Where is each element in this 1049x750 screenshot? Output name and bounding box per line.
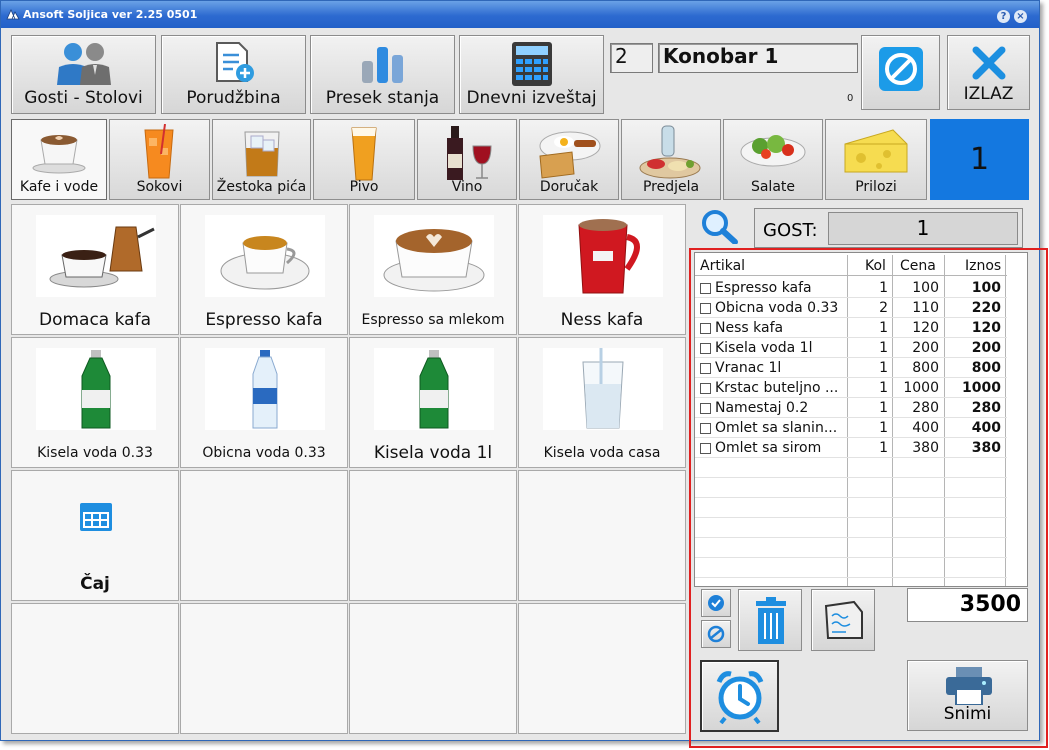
exit-label: IZLAZ (963, 84, 1014, 104)
daily-report-label: Dnevni izveštaj (466, 88, 597, 108)
close-icon (972, 46, 1005, 80)
highlight-frame (689, 248, 1048, 748)
guest-number-field[interactable]: 1 (828, 212, 1018, 245)
empty-cell (518, 470, 686, 601)
stock-cut-button[interactable]: Presek stanja (310, 35, 455, 114)
product-label: Obicna voda 0.33 (202, 445, 326, 461)
cheese-icon (844, 129, 908, 173)
juice-glass-icon (143, 124, 174, 179)
product-label: Ness kafa (560, 310, 644, 330)
wine-bottle-icon (447, 126, 492, 180)
category-label: Sokovi (136, 179, 183, 195)
title-bar: Ansoft Soljica ver 2.25 0501 ? × (1, 1, 1039, 28)
whiskey-glass-icon (243, 131, 280, 177)
category-label: Žestoka pića (216, 179, 307, 195)
product-still-water-033[interactable]: Obicna voda 0.33 (180, 337, 348, 468)
order-label: Porudžbina (186, 88, 281, 108)
category-label: Pivo (349, 179, 379, 195)
breakfast-plate-icon (539, 131, 601, 179)
plastic-bottle-icon (205, 348, 325, 430)
search-button[interactable] (699, 208, 744, 245)
espresso-cup-icon (205, 215, 325, 297)
product-label: Čaj (80, 574, 110, 594)
product-label: Espresso kafa (205, 310, 323, 330)
category-breakfast[interactable]: Doručak (519, 119, 619, 200)
order-button[interactable]: Porudžbina (161, 35, 306, 114)
product-label: Kisela voda 0.33 (37, 445, 153, 461)
product-sparkling-water-glass[interactable]: Kisela voda casa (518, 337, 686, 468)
product-domestic-coffee[interactable]: Domaca kafa (11, 204, 179, 335)
product-sparkling-water-1l[interactable]: Kisela voda 1l (349, 337, 517, 468)
guest-panel: GOST: 1 (754, 208, 1023, 248)
table-number-display: 1 (930, 119, 1029, 200)
empty-cell (180, 470, 348, 601)
coffee-cup-icon (32, 135, 86, 174)
turkish-coffee-icon (36, 215, 156, 297)
category-beer[interactable]: Pivo (313, 119, 415, 200)
cancel-icon (878, 47, 923, 91)
app-logo-icon (6, 9, 20, 20)
order-icon (215, 42, 254, 82)
chart-icon (361, 47, 403, 83)
water-glass-icon (543, 348, 663, 430)
product-espresso-milk[interactable]: Espresso sa mlekom (349, 204, 517, 335)
category-label: Salate (750, 179, 796, 195)
category-appetizers[interactable]: Predjela (621, 119, 721, 200)
category-label: Predjela (642, 179, 700, 195)
daily-report-button[interactable]: Dnevni izveštaj (459, 35, 604, 114)
counter-value: 0 (847, 93, 854, 104)
empty-cell (349, 603, 517, 734)
beer-glass-icon (351, 127, 377, 181)
empty-cell (518, 603, 686, 734)
category-spirits[interactable]: Žestoka pića (212, 119, 311, 200)
category-juices[interactable]: Sokovi (109, 119, 210, 200)
latte-cup-icon (374, 215, 494, 297)
exit-button[interactable]: IZLAZ (947, 35, 1030, 110)
product-espresso[interactable]: Espresso kafa (180, 204, 348, 335)
waiter-name-field: Konobar 1 (658, 43, 858, 73)
category-label: Kafe i vode (19, 179, 99, 195)
product-label: Kisela voda casa (543, 445, 661, 461)
category-salads[interactable]: Salate (723, 119, 823, 200)
product-ness-coffee[interactable]: Ness kafa (518, 204, 686, 335)
category-label: Prilozi (855, 179, 897, 195)
app-window: Ansoft Soljica ver 2.25 0501 ? × Gosti -… (0, 0, 1048, 748)
category-sides[interactable]: Prilozi (825, 119, 927, 200)
guests-icon (56, 43, 111, 85)
category-label: Vino (451, 179, 483, 195)
waiter-id-field: 2 (610, 43, 653, 73)
guest-label: GOST: (763, 220, 818, 241)
stock-cut-label: Presek stanja (325, 88, 440, 108)
empty-cell (11, 603, 179, 734)
salad-plate-icon (740, 135, 806, 167)
empty-cell (180, 603, 348, 734)
empty-cell (349, 470, 517, 601)
guests-tables-label: Gosti - Stolovi (24, 88, 143, 108)
category-label: Doručak (539, 179, 599, 195)
category-coffee-water[interactable]: Kafe i vode (11, 119, 107, 200)
category-wine[interactable]: Vino (417, 119, 517, 200)
window-title: Ansoft Soljica ver 2.25 0501 (23, 8, 198, 21)
calendar-icon (80, 503, 112, 531)
green-bottle-icon (36, 348, 156, 430)
product-label: Kisela voda 1l (373, 443, 493, 463)
product-label: Domaca kafa (38, 310, 151, 330)
green-bottle-icon (374, 348, 494, 430)
product-label: Espresso sa mlekom (361, 312, 505, 328)
window-close-button[interactable]: × (1014, 10, 1027, 23)
appetizer-platter-icon (639, 125, 701, 179)
guests-tables-button[interactable]: Gosti - Stolovi (11, 35, 156, 114)
ness-mug-icon (543, 215, 663, 297)
product-sparkling-water-033[interactable]: Kisela voda 0.33 (11, 337, 179, 468)
help-button[interactable]: ? (997, 10, 1010, 23)
calculator-icon (511, 42, 552, 86)
product-tea[interactable]: Čaj (11, 470, 179, 601)
cancel-button[interactable] (861, 35, 940, 110)
search-icon (702, 210, 738, 245)
